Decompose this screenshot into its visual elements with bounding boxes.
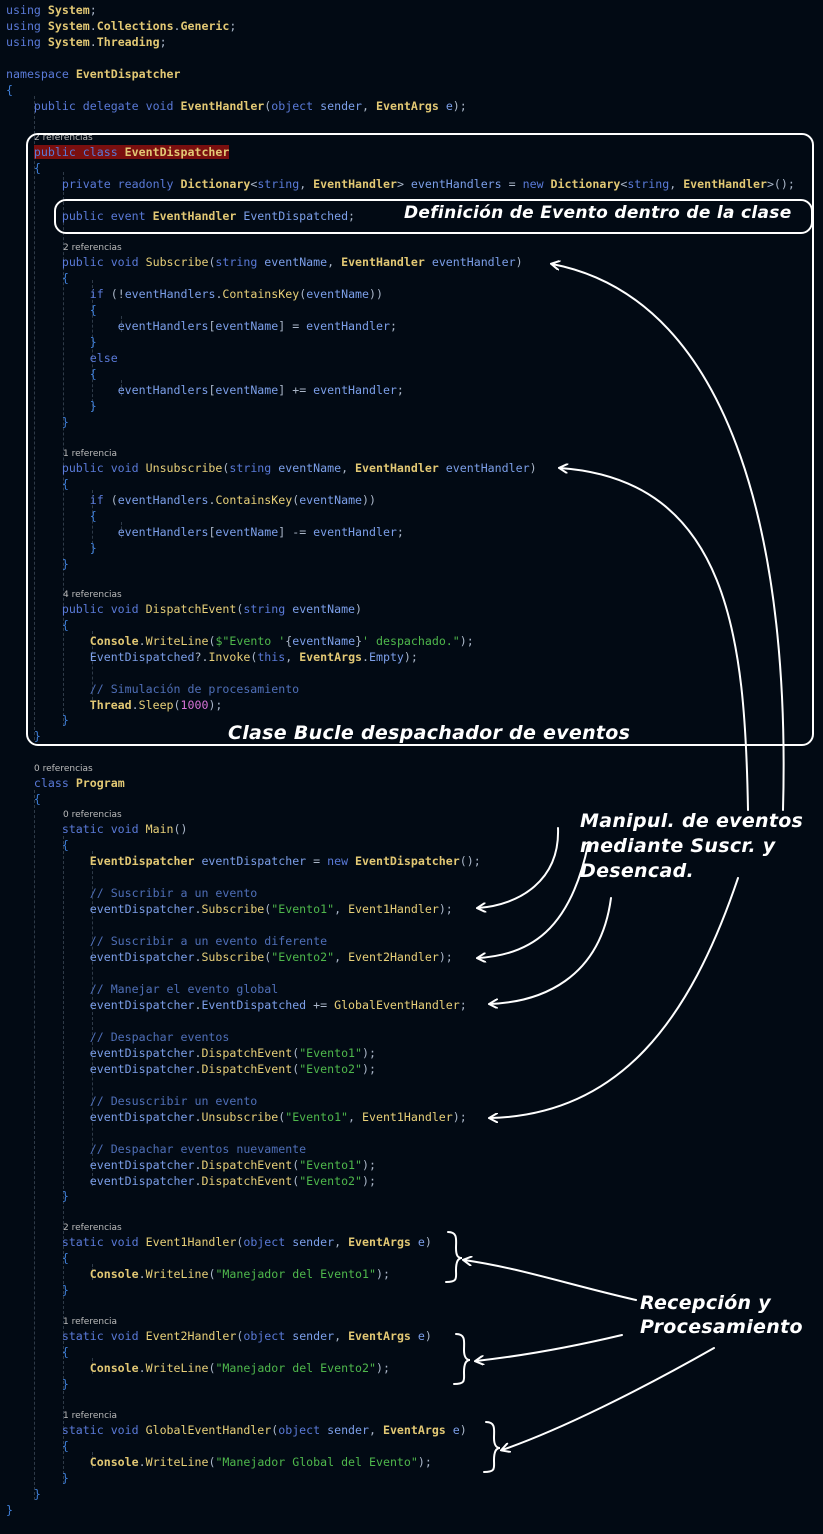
arrow-to-subscribe xyxy=(552,264,785,811)
brace-event2 xyxy=(453,1333,471,1385)
annotation-arrows xyxy=(445,0,785,1473)
arrow-to-subscribe-evento2 xyxy=(478,844,589,958)
arrow-to-event2-handler xyxy=(476,1334,623,1361)
arrow-to-event1-handler xyxy=(464,1260,637,1301)
arrow-to-unsubscribe xyxy=(560,468,749,811)
arrow-to-subscribe-evento1 xyxy=(478,827,560,908)
arrow-to-event-dispatched xyxy=(490,897,612,1004)
brace-global xyxy=(483,1421,501,1473)
arrow-to-global-handler xyxy=(502,1347,715,1450)
brace-event1 xyxy=(445,1231,463,1283)
